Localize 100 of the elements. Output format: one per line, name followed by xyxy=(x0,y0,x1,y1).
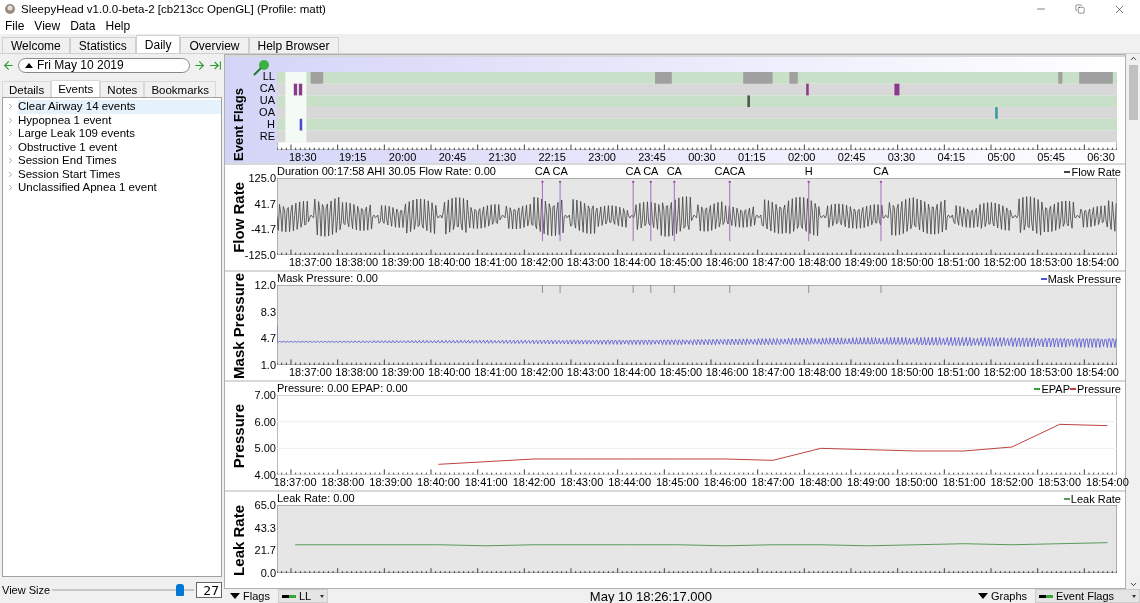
axis-label: 41.7 xyxy=(254,197,276,210)
tab[interactable]: Notes xyxy=(100,81,145,97)
legend-label: Leak Rate xyxy=(1070,492,1121,505)
axis-label: 18:43:00 xyxy=(560,475,604,490)
axis-label: 18:45:00 xyxy=(659,365,703,380)
tree-item[interactable]: Session Start Times xyxy=(18,167,221,181)
next-day-icon[interactable] xyxy=(193,58,206,72)
axis-label: 18:47:00 xyxy=(751,475,795,490)
expand-icon[interactable] xyxy=(6,142,15,152)
axis-label: 18:39:00 xyxy=(381,255,425,270)
axis-label: 18:49:00 xyxy=(847,475,890,490)
axis-label: 18:51:00 xyxy=(937,255,980,270)
axis-label: 18:42:00 xyxy=(512,475,556,490)
axis-label: 6.00 xyxy=(254,415,276,428)
expand-icon[interactable] xyxy=(6,115,15,125)
tree-item[interactable]: Unclassified Apnea 1 event xyxy=(18,181,221,195)
flag-row-label: CA xyxy=(259,82,275,94)
event-marker-label: CA xyxy=(666,165,682,177)
axis-label: 02:45 xyxy=(837,150,866,165)
tree-item[interactable]: Session End Times xyxy=(18,154,221,168)
flag-select[interactable]: LL xyxy=(277,589,328,603)
tab[interactable]: Help Browser xyxy=(248,37,339,53)
axis-label: 18:46:00 xyxy=(705,365,749,380)
expand-icon[interactable] xyxy=(6,102,15,112)
axis-label: 00:30 xyxy=(688,150,716,165)
axis-label: 18:54:00 xyxy=(1076,255,1119,270)
axis-label: 125.0 xyxy=(248,172,276,184)
axis-label: 18:53:00 xyxy=(1029,365,1073,380)
event-marker-label: CA xyxy=(643,165,659,177)
menu-item[interactable]: Data xyxy=(65,18,101,34)
axis-label: 18:39:00 xyxy=(369,475,413,490)
tree-item[interactable]: Obstructive 1 event xyxy=(18,140,221,154)
legend-label: Mask Pressure xyxy=(1047,272,1121,285)
scroll-up-icon[interactable] xyxy=(1128,54,1138,63)
event-marker-label: CA xyxy=(873,165,889,177)
axis-label: 18:50:00 xyxy=(890,365,934,380)
expand-icon[interactable] xyxy=(6,129,15,139)
axis-label: 5.00 xyxy=(254,442,276,455)
menu-item[interactable]: File xyxy=(0,18,30,34)
axis-label: 18:38:00 xyxy=(335,365,379,380)
axis-label: 0.0 xyxy=(260,567,276,579)
axis-label: 18:53:00 xyxy=(1029,255,1073,270)
axis-label: 18:39:00 xyxy=(381,365,425,380)
event-marker-label: CACA xyxy=(714,165,746,177)
slider-thumb[interactable] xyxy=(175,584,184,596)
tab[interactable]: Details xyxy=(2,81,52,97)
previous-day-icon[interactable] xyxy=(2,58,15,72)
event-marker-label: CA xyxy=(552,165,568,177)
axis-label: 18:52:00 xyxy=(983,365,1027,380)
tab[interactable]: Bookmarks xyxy=(144,81,216,97)
tab[interactable]: Daily xyxy=(135,35,181,53)
axis-label: 18:46:00 xyxy=(705,255,749,270)
tree-item[interactable]: Large Leak 109 events xyxy=(18,127,221,141)
axis-label: 18:53:00 xyxy=(1038,475,1082,490)
graph-title: Flow Rate xyxy=(229,182,247,253)
menu-item[interactable]: View xyxy=(29,18,66,34)
menu-item[interactable]: Help xyxy=(100,18,136,34)
expand-icon[interactable] xyxy=(6,183,15,193)
axis-label: 21.7 xyxy=(254,544,276,557)
last-day-icon[interactable] xyxy=(209,58,222,72)
tree-item[interactable]: Hypopnea 1 event xyxy=(18,113,221,127)
axis-label: 18:52:00 xyxy=(990,475,1034,490)
axis-label: 21:30 xyxy=(488,150,517,165)
view-size-label: View Size xyxy=(2,584,51,596)
graph-info: Mask Pressure: 0.00 xyxy=(277,272,378,285)
axis-label: 18:41:00 xyxy=(474,365,517,380)
graph-title: Event Flags xyxy=(230,88,246,161)
restore-icon[interactable] xyxy=(1075,4,1085,14)
axis-label: 18:52:00 xyxy=(983,255,1027,270)
flag-row-label: H xyxy=(267,118,275,130)
legend-label: EPAP xyxy=(1041,382,1070,395)
axis-label: 06:30 xyxy=(1087,150,1115,165)
axis-label: 18:41:00 xyxy=(474,255,517,270)
scroll-thumb[interactable] xyxy=(1128,65,1138,120)
app-icon xyxy=(4,3,16,15)
date-picker[interactable]: Fri May 10 2019 xyxy=(18,57,190,73)
axis-label: 18:46:00 xyxy=(703,475,747,490)
flag-row-label: UA xyxy=(259,94,275,106)
axis-label: 02:00 xyxy=(787,150,816,165)
graph-select[interactable]: Event Flags xyxy=(1035,589,1140,603)
axis-label: 18:45:00 xyxy=(659,255,703,270)
axis-label: 18:40:00 xyxy=(427,365,471,380)
axis-label: 18:43:00 xyxy=(566,365,610,380)
tab[interactable]: Overview xyxy=(180,37,249,53)
axis-label: 8.3 xyxy=(260,305,276,318)
tab[interactable]: Welcome xyxy=(2,37,70,53)
expand-icon[interactable] xyxy=(6,156,15,166)
axis-label: 1.0 xyxy=(260,358,276,371)
tab[interactable]: Events xyxy=(51,80,101,97)
axis-label: 18:40:00 xyxy=(417,475,460,490)
tab[interactable]: Statistics xyxy=(69,37,136,53)
graph-info: Leak Rate: 0.00 xyxy=(277,492,355,505)
expand-icon[interactable] xyxy=(6,169,15,179)
axis-label: 18:49:00 xyxy=(844,255,888,270)
axis-label: 18:42:00 xyxy=(520,365,564,380)
tree-item[interactable]: Clear Airway 14 events xyxy=(18,100,221,114)
axis-label: 4.00 xyxy=(254,469,276,481)
scroll-down-icon[interactable] xyxy=(1128,580,1138,589)
axis-label: -41.7 xyxy=(250,223,276,236)
axis-label: 05:00 xyxy=(987,150,1015,165)
